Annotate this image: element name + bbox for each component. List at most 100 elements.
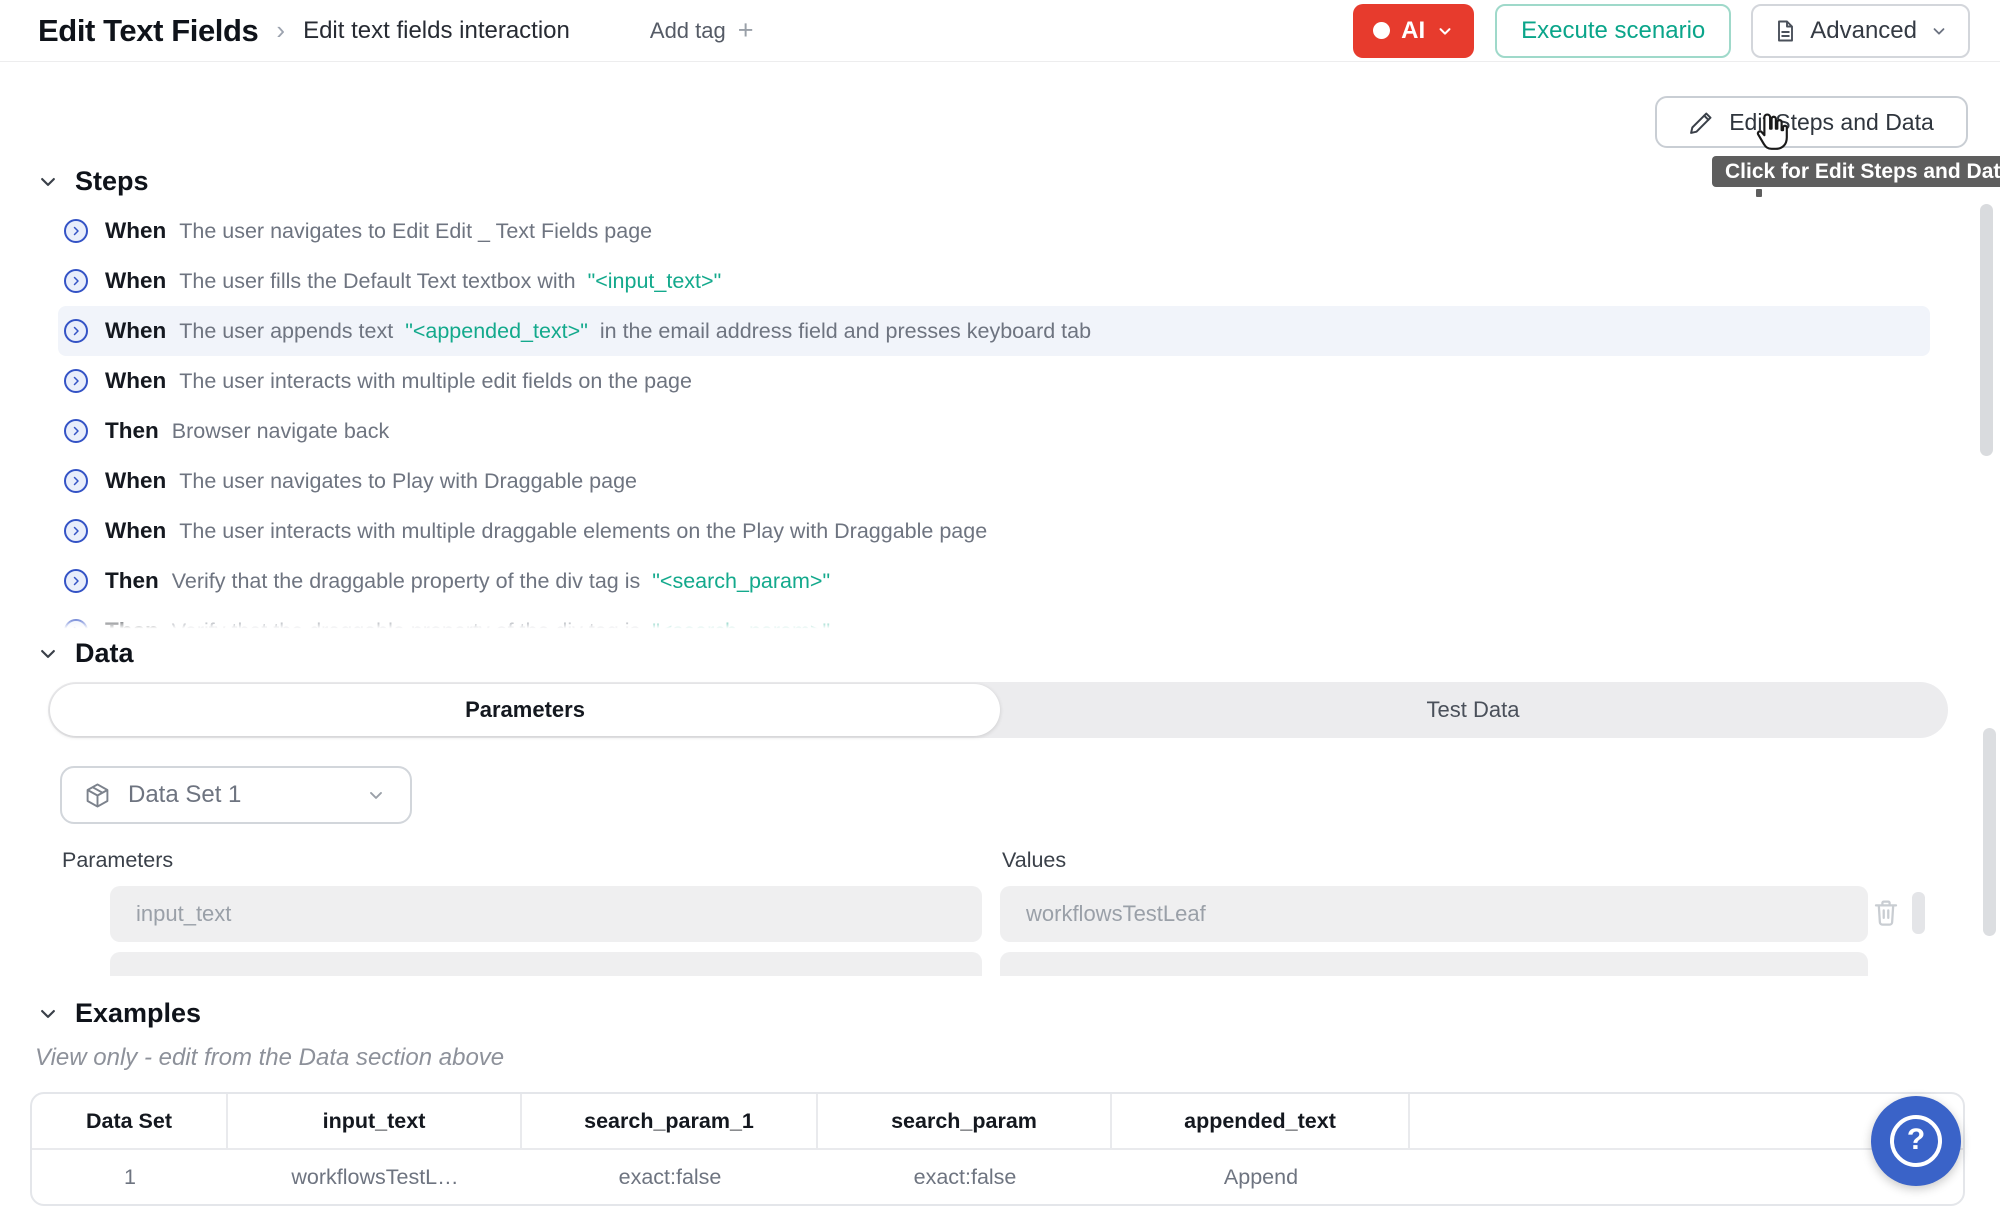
cell-data-set: 1 (32, 1150, 228, 1204)
delete-parameter-button[interactable] (1868, 892, 1904, 932)
examples-view-only-note: View only - edit from the Data section a… (35, 1044, 504, 1072)
step-text: The user fills the Default Text textbox … (179, 269, 575, 294)
examples-section-title: Examples (75, 998, 201, 1029)
parameter-value-field[interactable]: workflowsTestLeaf (1000, 886, 1868, 942)
step-parameter: "<search_param>" (652, 569, 830, 594)
step-row-5[interactable]: Then Browser navigate back (58, 406, 1930, 456)
step-row-7[interactable]: When The user interacts with multiple dr… (58, 506, 1930, 556)
collapse-chevron-icon[interactable] (38, 1004, 58, 1024)
add-tag-label: Add tag (650, 18, 726, 44)
step-row-4[interactable]: When The user interacts with multiple ed… (58, 356, 1930, 406)
data-set-selector[interactable]: Data Set 1 (60, 766, 412, 824)
document-icon (1773, 19, 1797, 43)
collapse-chevron-icon[interactable] (38, 172, 58, 192)
step-keyword: When (105, 218, 166, 244)
chevron-down-icon (366, 785, 386, 805)
pencil-icon (1689, 110, 1714, 135)
data-set-label: Data Set 1 (128, 781, 366, 809)
step-keyword: When (105, 268, 166, 294)
advanced-button[interactable]: Advanced (1751, 4, 1970, 58)
step-parameter: "<input_text>" (588, 269, 722, 294)
parameter-name-field[interactable]: input_text (110, 886, 982, 942)
step-row-1[interactable]: When The user navigates to Edit Edit _ T… (58, 206, 1930, 256)
step-row-3-highlighted[interactable]: When The user appends text "<appended_te… (58, 306, 1930, 356)
tooltip: Click for Edit Steps and Data (1712, 156, 2000, 187)
examples-table: Data Set input_text search_param_1 searc… (30, 1092, 1965, 1206)
ai-button[interactable]: AI (1353, 4, 1474, 58)
tab-parameters[interactable]: Parameters (50, 684, 1000, 736)
tooltip-pointer (1756, 189, 1762, 197)
examples-table-row: 1 workflowsTestL… exact:false exact:fals… (32, 1150, 1963, 1204)
page-title: Edit Text Fields (38, 13, 258, 49)
data-tabbar: Parameters Test Data (48, 682, 1948, 738)
column-header-input-text: input_text (228, 1094, 522, 1148)
execute-scenario-button[interactable]: Execute scenario (1495, 4, 1731, 58)
chevron-right-circle-icon (64, 369, 88, 393)
chevron-right-circle-icon (64, 569, 88, 593)
column-header-search-param: search_param (818, 1094, 1112, 1148)
step-text: The user interacts with multiple edit fi… (179, 369, 692, 394)
ai-button-label: AI (1401, 17, 1425, 45)
chevron-right-circle-icon (64, 319, 88, 343)
column-header-appended-text: appended_text (1112, 1094, 1410, 1148)
package-box-icon (84, 782, 111, 809)
cell-input-text: workflowsTestL… (228, 1150, 522, 1204)
column-header-search-param-1: search_param_1 (522, 1094, 818, 1148)
step-row-6[interactable]: When The user navigates to Play with Dra… (58, 456, 1930, 506)
tab-test-data[interactable]: Test Data (1000, 682, 1946, 738)
examples-table-header-row: Data Set input_text search_param_1 searc… (32, 1094, 1963, 1150)
steps-scrollbar[interactable] (1980, 204, 1993, 456)
execute-scenario-label: Execute scenario (1521, 17, 1705, 45)
chevron-down-icon (1930, 22, 1948, 40)
data-section-header: Data (38, 638, 134, 669)
cell-search-param-1: exact:false (522, 1150, 818, 1204)
step-text-suffix: in the email address field and presses k… (600, 319, 1091, 344)
cell-appended-text: Append (1112, 1150, 1410, 1204)
breadcrumb-separator: › (276, 15, 285, 46)
steps-section-title: Steps (75, 166, 149, 197)
step-keyword: When (105, 368, 166, 394)
chevron-right-circle-icon (64, 419, 88, 443)
step-parameter: "<appended_text>" (405, 319, 588, 344)
step-keyword: Then (105, 418, 159, 444)
step-keyword: When (105, 318, 166, 344)
edit-steps-and-data-button[interactable]: Edit Steps and Data (1655, 96, 1968, 148)
values-column-label: Values (1002, 848, 1066, 873)
step-text: The user navigates to Edit Edit _ Text F… (179, 219, 652, 244)
record-dot-icon (1373, 22, 1390, 39)
chevron-right-circle-icon (64, 269, 88, 293)
step-text: The user interacts with multiple draggab… (179, 519, 987, 544)
step-keyword: Then (105, 568, 159, 594)
steps-section-header: Steps (38, 166, 149, 197)
chevron-right-circle-icon (64, 519, 88, 543)
examples-section-header: Examples (38, 998, 201, 1029)
edit-steps-and-data-label: Edit Steps and Data (1729, 109, 1934, 136)
step-parameter: "<search_param>" (652, 619, 830, 631)
chevron-right-circle-icon (64, 469, 88, 493)
header-bar: Edit Text Fields › Edit text fields inte… (0, 0, 2000, 62)
chevron-right-circle-icon (64, 619, 88, 630)
chevron-right-circle-icon (64, 219, 88, 243)
collapse-chevron-icon[interactable] (38, 644, 58, 664)
step-text: Verify that the draggable property of th… (172, 619, 641, 631)
step-text: The user appends text (179, 319, 393, 344)
data-section-title: Data (75, 638, 134, 669)
step-text: Browser navigate back (172, 419, 390, 444)
page-scrollbar[interactable] (1983, 728, 1996, 936)
step-keyword: When (105, 518, 166, 544)
help-button[interactable]: ? (1871, 1096, 1961, 1186)
parameter-value-field-clipped[interactable] (1000, 952, 1868, 976)
column-header-data-set: Data Set (32, 1094, 228, 1148)
step-row-2[interactable]: When The user fills the Default Text tex… (58, 256, 1930, 306)
step-keyword: When (105, 468, 166, 494)
step-row-8[interactable]: Then Verify that the draggable property … (58, 556, 1930, 606)
steps-list: When The user navigates to Edit Edit _ T… (58, 206, 1930, 630)
add-tag-button[interactable]: Add tag + (650, 15, 754, 46)
question-mark-icon: ? (1890, 1115, 1942, 1167)
parameter-name-field-clipped[interactable] (110, 952, 982, 976)
step-text: The user navigates to Play with Draggabl… (179, 469, 637, 494)
advanced-label: Advanced (1810, 17, 1917, 45)
parameters-scrollbar[interactable] (1912, 892, 1925, 934)
step-row-9-clipped[interactable]: Then Verify that the draggable property … (58, 606, 1930, 630)
parameters-column-label: Parameters (62, 848, 173, 873)
